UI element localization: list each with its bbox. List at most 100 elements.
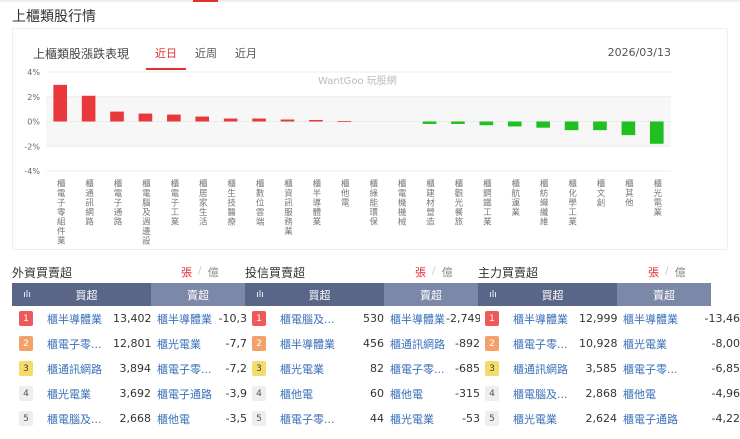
buy-value: 3,894 [119,362,152,375]
sell-value: -10,3 [218,312,247,325]
sell-sector-link[interactable]: 櫃電子零... [390,361,446,377]
buy-header-label: 買超 [541,288,564,302]
buy-header[interactable]: ılı 買超 [478,283,617,306]
rank-badge: 5 [485,411,499,426]
rank-badge: 2 [252,336,266,351]
bar [110,111,124,122]
sell-header[interactable]: 賣超 [151,283,245,306]
bar [507,121,522,127]
bar [621,121,636,136]
unit-sep: / [432,264,436,277]
buy-sector-link[interactable]: 櫃光電業 [280,361,346,377]
sell-header[interactable]: 賣超 [384,283,478,306]
x-tick-label: 櫃光電業 [652,178,662,217]
sell-sector-link[interactable]: 櫃光電業 [623,336,679,352]
buy-value: 456 [363,337,384,350]
sell-sector-link[interactable]: 櫃電子通路 [157,386,213,402]
buy-header[interactable]: ılı 買超 [12,283,151,306]
sell-sector-link[interactable]: 櫃他電 [390,386,446,402]
bar [422,121,437,124]
sell-sector-link[interactable]: 櫃半導體業 [623,311,679,327]
buy-value: 12,801 [113,337,152,350]
unit-lots[interactable]: 張 [415,264,426,285]
sell-header-label: 賣超 [420,288,442,302]
sell-sector-link[interactable]: 櫃他電 [157,411,213,427]
bar [167,114,181,122]
buy-sector-link[interactable]: 櫃光電業 [513,411,579,427]
unit-lots[interactable]: 張 [648,264,659,285]
bar [649,121,664,144]
buy-header[interactable]: ılı 買超 [245,283,384,306]
buy-sector-link[interactable]: 櫃通訊網路 [513,361,579,377]
table-header: ılı 買超 賣超 [245,283,480,306]
chart-panel: 上櫃類股漲跌表現 近日 近周 近月 2026/03/13 4% 2% 0% -2% -4… [12,28,728,250]
buy-sector-link[interactable]: 櫃電子零... [47,336,113,352]
rank-badge: 4 [252,386,266,401]
bar [223,118,238,122]
buy-sector-link[interactable]: 櫃他電 [280,386,346,402]
buy-value: 60 [370,387,384,400]
sell-value: -13,462 [704,312,740,325]
rank-badge: 2 [485,336,499,351]
sell-sector-link[interactable]: 櫃電子通路 [623,411,679,427]
sell-header-label: 賣超 [187,288,209,302]
sell-sector-link[interactable]: 櫃光電業 [157,336,213,352]
sell-sector-link[interactable]: 櫃半導體業 [390,311,446,327]
sell-value: -8,005 [711,337,740,350]
buy-sector-link[interactable]: 櫃半導體業 [513,311,579,327]
buy-sector-link[interactable]: 櫃電腦及... [280,311,346,327]
x-tick-label: 櫃紡織纖維 [538,178,548,226]
buy-value: 3,692 [119,387,152,400]
buy-value: 82 [370,362,384,375]
sell-sector-link[interactable]: 櫃電子零... [157,361,213,377]
table-row: 2 櫃電子零... 12,801 櫃光電業 -7,7 [12,331,247,356]
unit-lots[interactable]: 張 [181,264,192,285]
x-tick-label: 櫃建材營造 [425,178,435,226]
unit-billion[interactable]: 億 [442,264,453,285]
unit-billion[interactable]: 億 [208,264,219,285]
bar [53,84,68,122]
buy-value: 13,402 [113,312,152,325]
buy-value: 10,928 [579,337,618,350]
y-tick-label: -4% [24,167,40,176]
rank-badge: 4 [485,386,499,401]
rank-badge: 2 [19,336,33,351]
table-row: 1 櫃電腦及... 530 櫃半導體業 -2,749 [245,306,480,331]
unit-billion[interactable]: 億 [675,264,686,285]
buy-sector-link[interactable]: 櫃電腦及... [513,386,579,402]
buy-value: 44 [370,412,384,425]
sell-value: -3,9 [225,387,247,400]
buy-sector-link[interactable]: 櫃通訊網路 [47,361,113,377]
buy-sector-link[interactable]: 櫃電子零... [513,336,579,352]
trust-unit-toggle: 張 / 億 [415,264,453,285]
sell-sector-link[interactable]: 櫃半導體業 [157,311,213,327]
table-row: 1 櫃半導體業 13,402 櫃半導體業 -10,3 [12,306,247,331]
sell-sector-link[interactable]: 櫃光電業 [390,411,446,427]
x-tick-label: 櫃電機機械 [396,178,406,226]
sell-sector-link[interactable]: 櫃他電 [623,386,679,402]
y-tick-label: 2% [27,93,40,102]
rank-badge: 1 [485,311,499,326]
trust-title: 投信買賣超 [245,266,306,280]
sell-value: -4,965 [711,387,740,400]
buy-sector-link[interactable]: 櫃半導體業 [280,336,346,352]
buy-sector-link[interactable]: 櫃光電業 [47,386,113,402]
buy-header-label: 買超 [308,288,331,302]
rank-badge: 3 [485,361,499,376]
buy-sector-link[interactable]: 櫃半導體業 [47,311,113,327]
x-tick-label: 櫃其他 [623,178,633,207]
x-tick-label: 櫃綠能環保 [368,178,378,226]
table-row: 5 櫃電腦及... 2,668 櫃他電 -3,5 [12,406,247,431]
sell-sector-link[interactable]: 櫃電子零... [623,361,679,377]
table-row: 3 櫃光電業 82 櫃電子零... -685 [245,356,480,381]
rank-badge: 1 [252,311,266,326]
sell-value: -7,7 [225,337,247,350]
x-tick-label: 櫃航運業 [510,178,520,217]
buy-sector-link[interactable]: 櫃電腦及... [47,411,113,427]
buy-sector-link[interactable]: 櫃電子零... [280,411,346,427]
sell-value: -2,749 [446,312,480,325]
bar-chart-icon: ılı [256,289,264,300]
sell-sector-link[interactable]: 櫃通訊網路 [390,336,446,352]
foreign-unit-toggle: 張 / 億 [181,264,219,285]
sell-header[interactable]: 賣超 [617,283,711,306]
